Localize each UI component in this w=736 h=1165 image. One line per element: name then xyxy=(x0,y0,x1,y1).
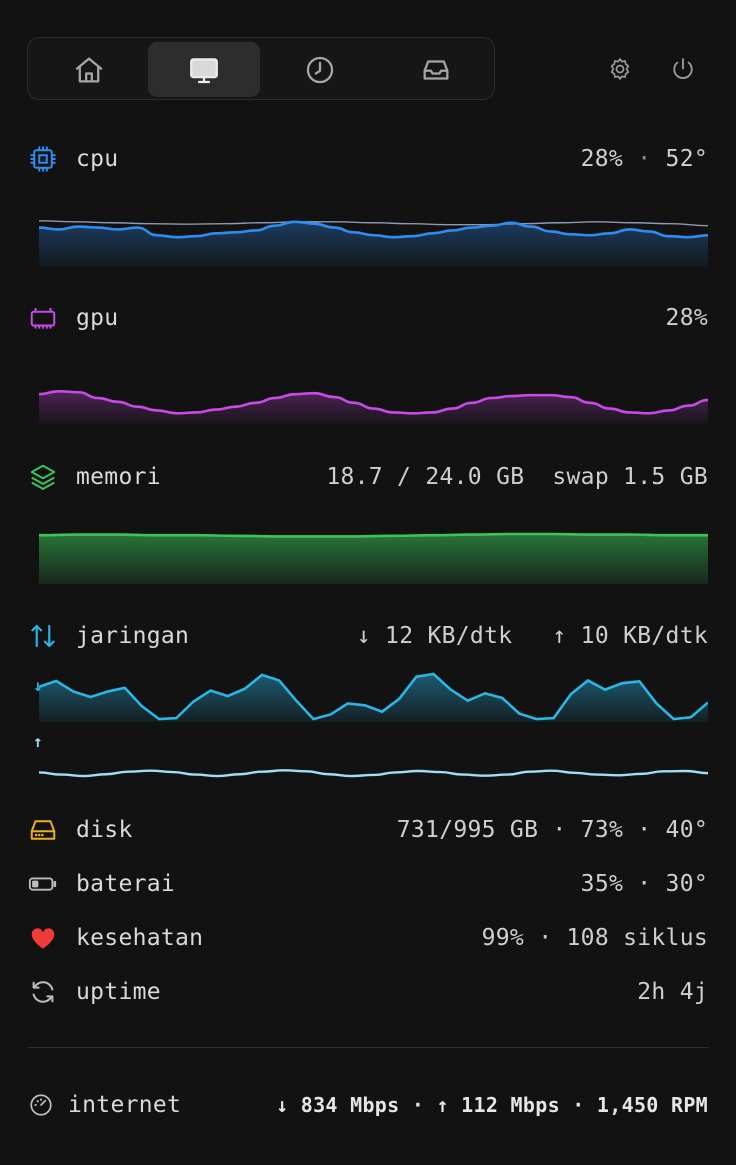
network-value: ↓ 12 KB/dtk ↑ 10 KB/dtk xyxy=(357,623,708,649)
gpu-card-icon xyxy=(30,308,56,329)
network-upload-graph xyxy=(39,760,708,782)
tab-inbox[interactable] xyxy=(380,42,492,97)
network-download-area xyxy=(39,674,708,722)
settings-button[interactable] xyxy=(605,54,635,84)
internet-label: internet xyxy=(68,1092,182,1118)
cpu-separator: · xyxy=(637,146,652,172)
speedometer-icon xyxy=(30,1094,52,1116)
memory-value: 18.7 / 24.0 GB swap 1.5 GB xyxy=(326,464,708,490)
gpu-row: gpu 28% xyxy=(28,303,708,333)
cpu-chip-icon xyxy=(30,146,56,172)
cpu-graph xyxy=(39,215,708,267)
heart-icon xyxy=(31,928,55,949)
power-button[interactable] xyxy=(668,54,698,84)
network-label: jaringan xyxy=(76,623,190,649)
power-icon xyxy=(673,58,693,79)
hard-drive-icon xyxy=(30,820,56,840)
monitor-icon xyxy=(190,57,218,83)
internet-row: internet ↓ 834 Mbps · ↑ 112 Mbps · 1,450… xyxy=(28,1090,708,1120)
health-value: 99% · 108 siklus xyxy=(481,925,708,951)
uptime-row: uptime 2h 4j xyxy=(28,977,708,1007)
memory-swap: swap 1.5 GB xyxy=(552,464,708,490)
cpu-average-line xyxy=(39,220,708,227)
gpu-graph xyxy=(39,372,708,424)
cpu-temperature: 52° xyxy=(665,146,708,172)
battery-label: baterai xyxy=(76,871,176,897)
memory-graph xyxy=(39,520,708,584)
cpu-usage: 28% xyxy=(580,146,624,172)
clock-icon xyxy=(306,56,334,83)
layers-icon xyxy=(30,464,56,490)
inbox-tray-icon xyxy=(423,59,449,80)
gpu-usage: 28% xyxy=(665,305,708,331)
tab-monitor[interactable] xyxy=(148,42,260,97)
gpu-label: gpu xyxy=(76,305,119,331)
disk-value: 731/995 GB · 73% · 40° xyxy=(396,817,708,843)
network-download-graph xyxy=(39,672,708,722)
memory-area xyxy=(39,534,708,584)
tab-history[interactable] xyxy=(264,42,376,97)
home-icon xyxy=(75,57,103,82)
battery-value: 35% · 30° xyxy=(580,871,708,897)
memory-row: memori 18.7 / 24.0 GB swap 1.5 GB xyxy=(28,462,708,492)
upload-arrow-icon: ↑ xyxy=(33,732,43,751)
memory-used: 18.7 / 24.0 GB xyxy=(326,464,525,490)
disk-row: disk 731/995 GB · 73% · 40° xyxy=(28,815,708,845)
refresh-icon xyxy=(32,981,54,1003)
gear-icon xyxy=(610,58,630,80)
battery-icon xyxy=(28,877,57,891)
health-label: kesehatan xyxy=(76,925,204,951)
network-download: ↓ 12 KB/dtk xyxy=(356,623,513,649)
cpu-label: cpu xyxy=(76,146,119,172)
network-upload-line xyxy=(39,769,708,778)
cpu-row: cpu 28% · 52° xyxy=(28,144,708,174)
health-row: kesehatan 99% · 108 siklus xyxy=(28,923,708,953)
uptime-value: 2h 4j xyxy=(637,979,708,1005)
battery-row: baterai 35% · 30° xyxy=(28,869,708,899)
cpu-value: 28% · 52° xyxy=(581,146,708,172)
tab-bar xyxy=(27,37,495,100)
disk-label: disk xyxy=(76,817,133,843)
divider xyxy=(28,1047,709,1048)
tab-home[interactable] xyxy=(33,42,145,97)
internet-speed: ↓ 834 Mbps · ↑ 112 Mbps · 1,450 RPM xyxy=(276,1093,708,1117)
memory-label: memori xyxy=(76,464,161,490)
up-down-arrows-icon xyxy=(31,624,55,648)
network-row: jaringan ↓ 12 KB/dtk ↑ 10 KB/dtk xyxy=(28,621,708,651)
network-upload: ↑ 10 KB/dtk xyxy=(552,623,708,649)
uptime-label: uptime xyxy=(76,979,161,1005)
